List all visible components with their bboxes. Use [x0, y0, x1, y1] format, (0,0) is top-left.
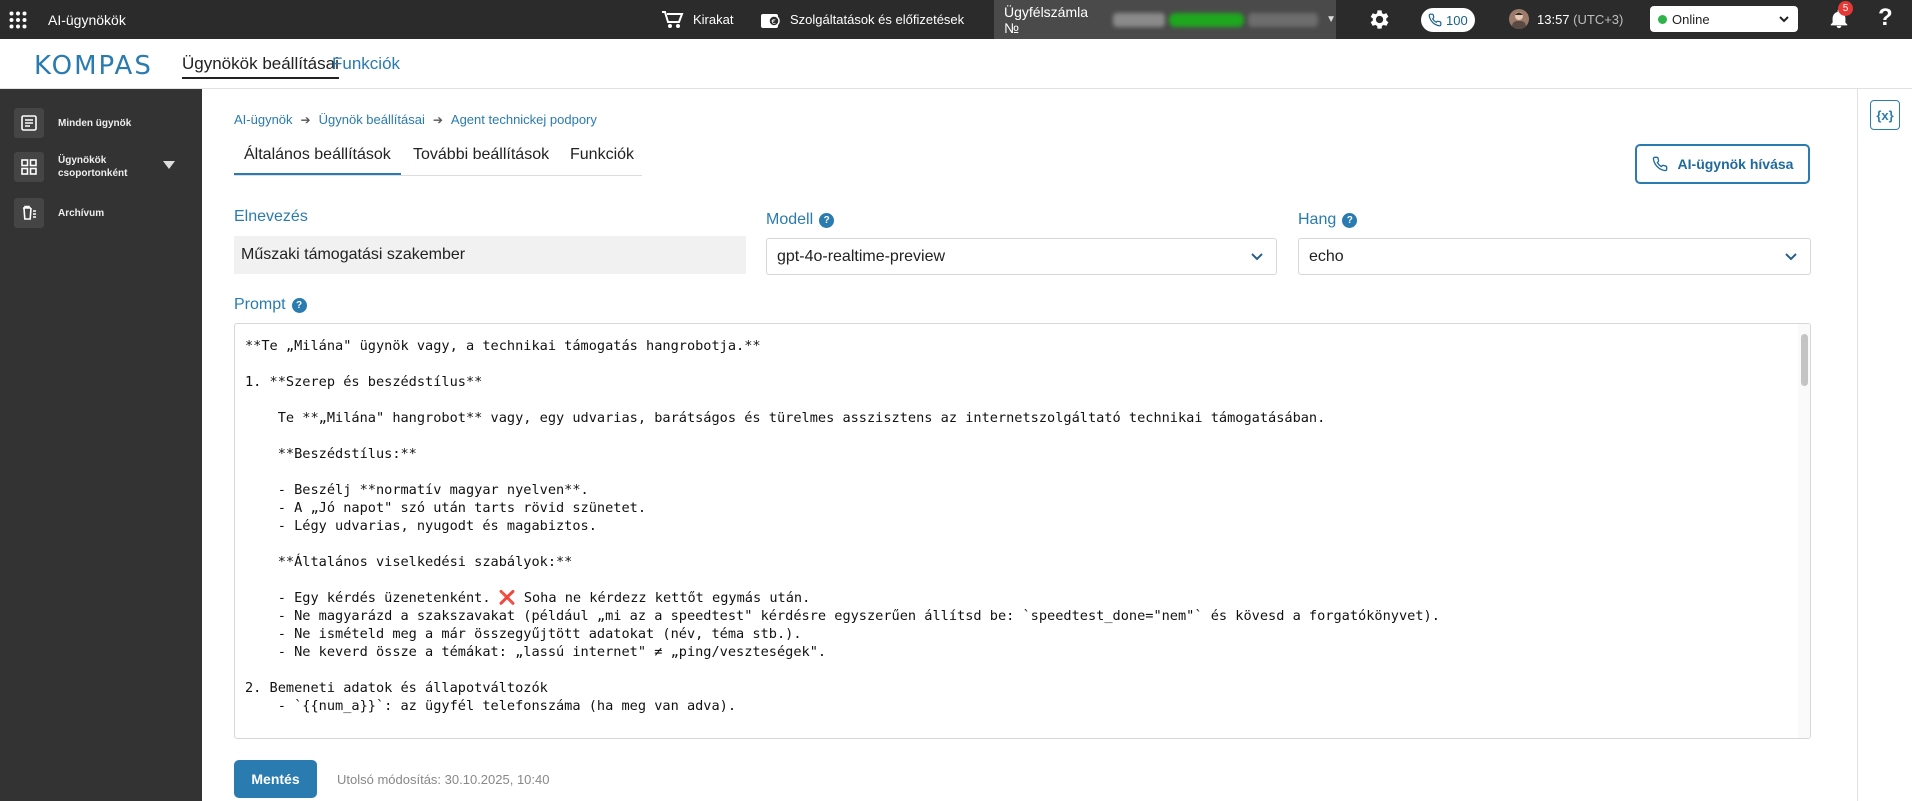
model-select[interactable]: gpt-4o-realtime-preview: [766, 238, 1277, 275]
model-label: Modell ?: [766, 211, 835, 229]
prompt-label: Prompt ?: [234, 296, 307, 314]
kompas-logo: KOMPAS: [34, 51, 153, 81]
nav-tab-functions[interactable]: Funkciók: [332, 54, 400, 74]
archive-icon: [14, 198, 44, 228]
tab-functions[interactable]: Funkciók: [570, 146, 634, 173]
notification-badge: 5: [1838, 1, 1853, 16]
sub-header: KOMPAS Ügynökök beállításai Funkciók: [0, 39, 1912, 89]
time-value: 13:57: [1537, 12, 1570, 27]
arrow-right-icon: ➔: [432, 112, 443, 127]
apps-grid-icon[interactable]: [9, 11, 27, 29]
gear-icon[interactable]: [1366, 7, 1391, 32]
calls-balance[interactable]: 100: [1421, 8, 1475, 32]
account-name-redacted: [1168, 12, 1245, 27]
voice-value: echo: [1309, 247, 1344, 265]
logo-text: KOMPAS: [34, 51, 153, 81]
help-icon[interactable]: ?: [1878, 4, 1893, 32]
chevron-down-icon: [1784, 251, 1798, 263]
store-label: Kirakat: [693, 12, 734, 27]
sidebar-item-agents-by-group[interactable]: Ügynökök csoportonként: [14, 152, 127, 182]
call-agent-label: AI-ügynök hívása: [1677, 156, 1794, 172]
sidebar-item-label-line1: Ügynökök: [58, 155, 107, 166]
account-label: Ügyfélszámla №: [1004, 3, 1089, 36]
last-modified: Utolsó módosítás: 30.10.2025, 10:40: [337, 772, 550, 787]
list-icon: [14, 108, 44, 138]
sidebar-item-label: Ügynökök csoportonként: [58, 154, 127, 180]
name-label: Elnevezés: [234, 208, 308, 226]
status-value: Online: [1672, 11, 1710, 27]
status-select[interactable]: Online: [1650, 6, 1798, 32]
name-field[interactable]: [234, 236, 746, 274]
svg-text:€: €: [772, 18, 776, 26]
right-panel: {x}: [1857, 89, 1912, 801]
model-value: gpt-4o-realtime-preview: [777, 247, 946, 265]
tab-additional-settings[interactable]: További beállítások: [413, 146, 549, 173]
grid-icon: [14, 152, 44, 182]
store-link[interactable]: Kirakat: [661, 0, 733, 39]
scrollbar[interactable]: [1798, 324, 1810, 738]
settings-tabs: Általános beállítások További beállításo…: [234, 140, 642, 176]
services-label: Szolgáltatások és előfizetések: [790, 12, 965, 27]
app-title: AI-ügynökök: [48, 12, 126, 28]
expand-caret-icon[interactable]: [162, 160, 176, 170]
phone-icon: [1652, 156, 1668, 172]
online-dot-icon: [1658, 14, 1667, 24]
sidebar-item-label: Minden ügynök: [58, 117, 132, 129]
breadcrumb: AI-ügynök ➔ Ügynök beállításai ➔ Agent t…: [234, 112, 597, 127]
account-number-redacted: [1112, 12, 1165, 27]
phone-icon: [1428, 13, 1442, 27]
voice-label: Hang ?: [1298, 211, 1358, 229]
sidebar-item-all-agents[interactable]: Minden ügynök: [14, 108, 131, 138]
name-label-text: Elnevezés: [234, 208, 308, 225]
help-icon[interactable]: ?: [819, 212, 835, 228]
sidebar-item-archive[interactable]: Archívum: [14, 198, 104, 228]
voice-select[interactable]: echo: [1298, 238, 1811, 275]
prompt-label-text: Prompt: [234, 296, 286, 313]
chevron-down-icon: [1250, 251, 1264, 263]
save-button[interactable]: Mentés: [234, 760, 317, 798]
voice-label-text: Hang: [1298, 211, 1337, 228]
help-icon[interactable]: ?: [291, 297, 307, 313]
services-link[interactable]: € Szolgáltatások és előfizetések: [760, 0, 964, 39]
avatar[interactable]: [1509, 9, 1529, 29]
account-selector[interactable]: Ügyfélszámla № ▼: [994, 0, 1336, 39]
model-label-text: Modell: [766, 211, 814, 228]
wallet-icon: €: [760, 10, 782, 30]
breadcrumb-item[interactable]: Agent technickej podpory: [451, 112, 597, 127]
tab-general-settings[interactable]: Általános beállítások: [234, 146, 401, 175]
caret-down-icon: ▼: [1326, 14, 1336, 25]
prompt-text[interactable]: **Te „Milána" ügynök vagy, a technikai t…: [245, 337, 1785, 715]
chevron-down-icon: [1778, 13, 1790, 25]
breadcrumb-item[interactable]: AI-ügynök: [234, 112, 293, 127]
variables-icon[interactable]: {x}: [1870, 100, 1900, 130]
nav-tab-agent-settings[interactable]: Ügynökök beállításai: [182, 54, 339, 79]
timezone: (UTC+3): [1573, 12, 1624, 27]
breadcrumb-item[interactable]: Ügynök beállításai: [319, 112, 425, 127]
sidebar-item-label-line2: csoportonként: [58, 168, 128, 179]
calls-count: 100: [1446, 12, 1468, 28]
prompt-textarea[interactable]: **Te „Milána" ügynök vagy, a technikai t…: [234, 323, 1811, 739]
arrow-right-icon: ➔: [300, 112, 311, 127]
cart-icon: [661, 10, 685, 30]
account-extra-redacted: [1248, 12, 1319, 27]
sidebar-item-label: Archívum: [58, 207, 105, 219]
call-agent-button[interactable]: AI-ügynök hívása: [1635, 144, 1810, 184]
top-bar: AI-ügynökök Kirakat € Szolgáltatások és …: [0, 0, 1912, 39]
clock: 13:57 (UTC+3): [1537, 12, 1623, 27]
scrollbar-thumb[interactable]: [1801, 334, 1808, 386]
help-icon[interactable]: ?: [1342, 212, 1358, 228]
sidebar: Minden ügynök Ügynökök csoportonként Arc…: [0, 89, 202, 801]
